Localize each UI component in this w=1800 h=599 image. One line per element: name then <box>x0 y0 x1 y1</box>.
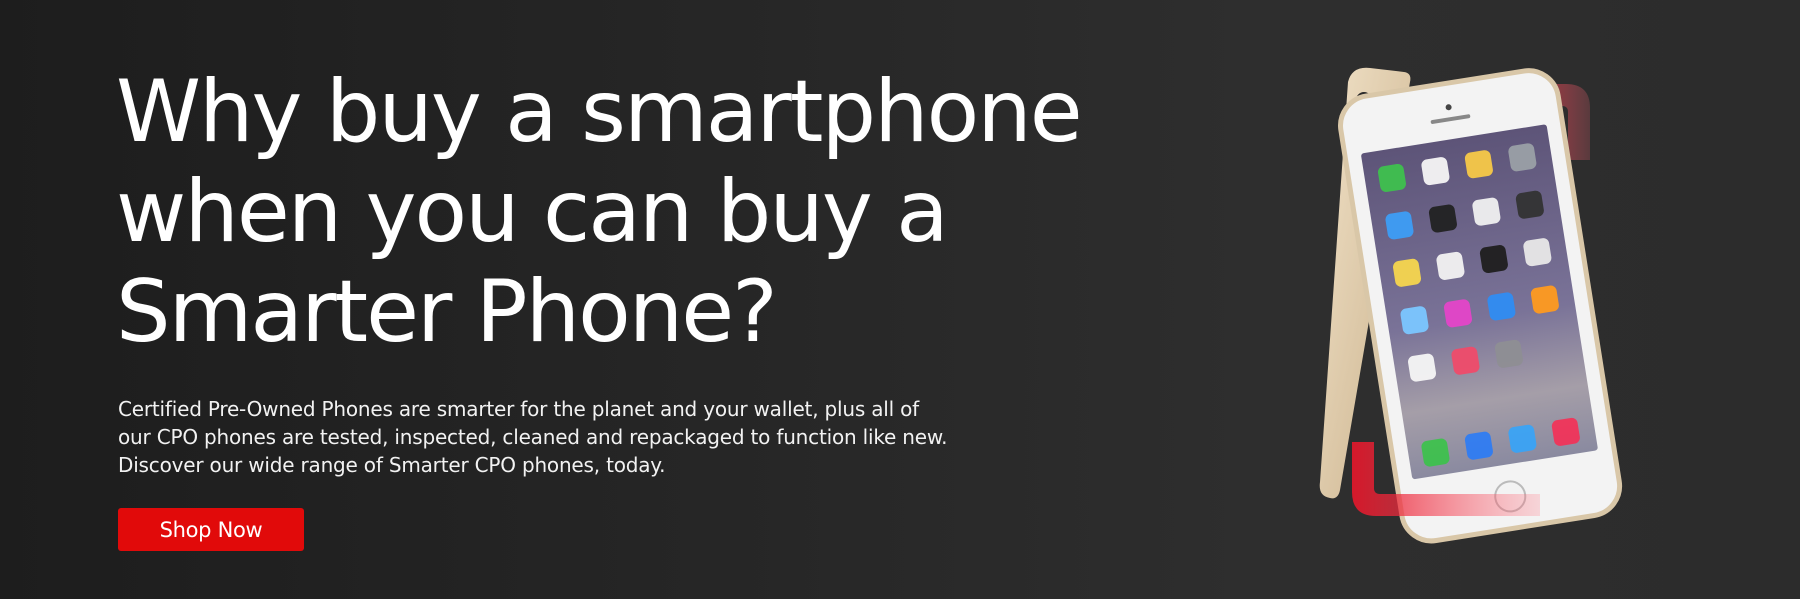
description-line-3: Discover our wide range of Smarter CPO p… <box>118 453 666 477</box>
headline-line-1: Why buy a smartphone <box>116 62 1083 162</box>
headline-line-2: when you can buy a <box>116 162 949 262</box>
hero-banner: Why buy a smartphone when you can buy a … <box>0 0 1800 599</box>
smartphone-image <box>1319 67 1623 544</box>
description-line-2: our CPO phones are tested, inspected, cl… <box>118 425 948 449</box>
headline-line-3: Smarter Phone? <box>116 262 778 362</box>
hero-headline: Why buy a smartphone when you can buy a … <box>116 62 1236 362</box>
shop-now-button[interactable]: Shop Now <box>118 508 304 551</box>
hero-description: Certified Pre-Owned Phones are smarter f… <box>118 395 1058 479</box>
description-line-1: Certified Pre-Owned Phones are smarter f… <box>118 397 920 421</box>
